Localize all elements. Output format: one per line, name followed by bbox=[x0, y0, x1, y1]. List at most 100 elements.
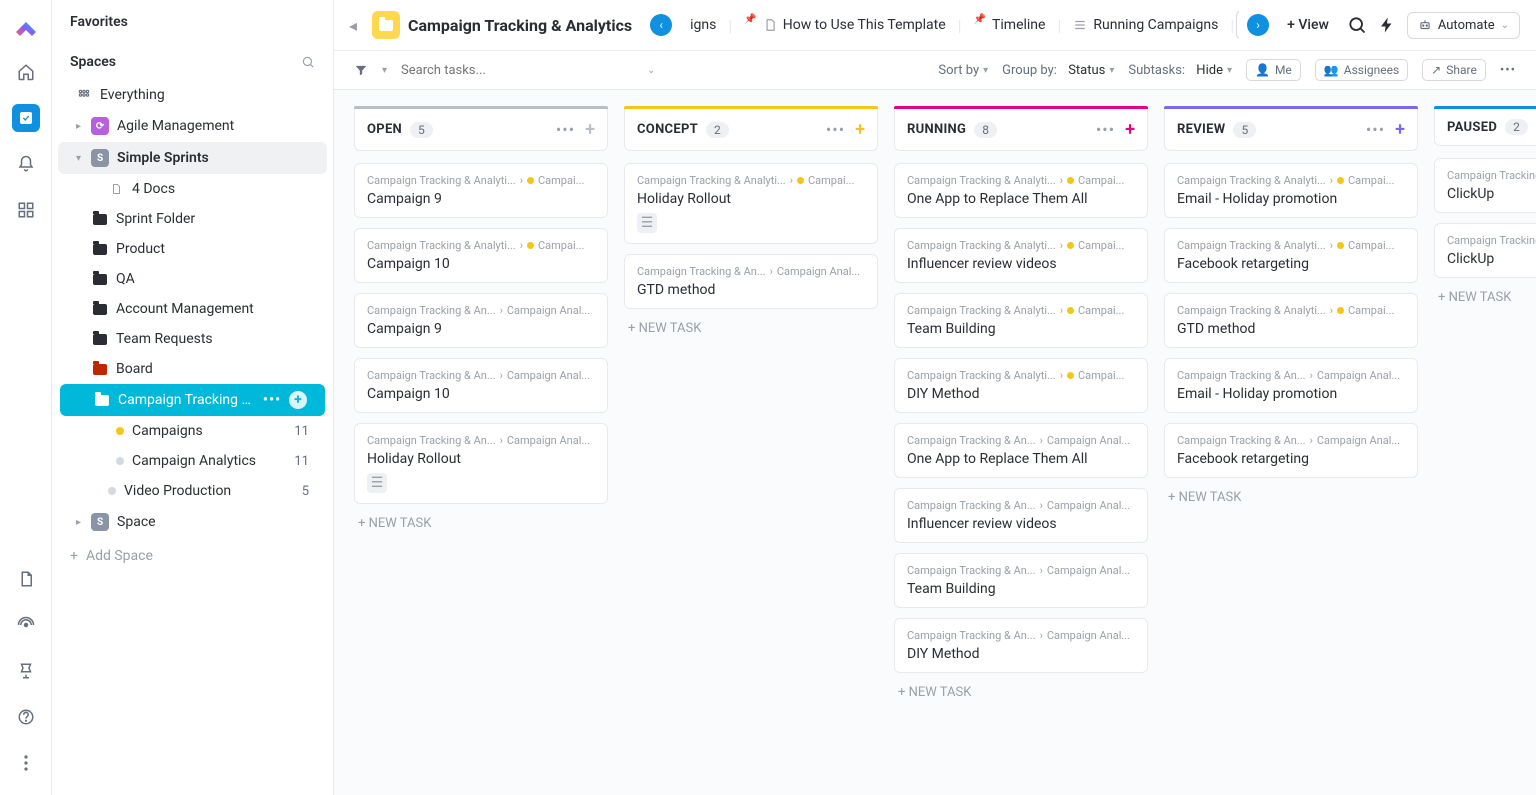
task-card[interactable]: Campaign Tracking & An...›Campaign Anal.… bbox=[1164, 423, 1418, 478]
tab-campaigns-cut[interactable]: igns bbox=[680, 11, 726, 39]
chevron-down-icon[interactable]: ⌄ bbox=[647, 65, 655, 76]
task-card[interactable]: Campaign Tracking & An...›Campaign Anal.… bbox=[354, 293, 608, 348]
add-card-icon[interactable]: + bbox=[1125, 119, 1135, 140]
help-icon[interactable] bbox=[12, 703, 40, 731]
task-card[interactable]: Campaign Tracking & Analyti...›Campai...… bbox=[894, 293, 1148, 348]
group-by-button[interactable]: Group by: Status▾ bbox=[1002, 63, 1114, 78]
add-card-icon[interactable]: + bbox=[585, 119, 595, 140]
more-icon[interactable]: ••• bbox=[1500, 63, 1516, 78]
new-task-button[interactable]: + NEW TASK bbox=[624, 309, 878, 348]
task-card[interactable]: Campaign Tracking & An...›Campaign Anal.… bbox=[624, 254, 878, 309]
more-icon[interactable]: ••• bbox=[1366, 120, 1385, 139]
broadcast-icon[interactable] bbox=[12, 611, 40, 639]
board-column: CONCEPT2•••+Campaign Tracking & Analyti.… bbox=[624, 106, 878, 779]
task-card[interactable]: Campaign Tracking & An...›Campaign Anal.… bbox=[894, 423, 1148, 478]
sidebar-item-space[interactable]: ▸ S Space bbox=[58, 506, 327, 538]
task-card[interactable]: Campaign Tracking & Analyti...›Campai...… bbox=[354, 163, 608, 218]
new-task-button[interactable]: + NEW TASK bbox=[894, 673, 1148, 712]
task-card[interactable]: Campaign Tracking & Analyti...›Campai...… bbox=[1164, 163, 1418, 218]
task-card[interactable]: Campaign Tracking & Analyti...›Campai...… bbox=[894, 228, 1148, 283]
more-icon[interactable]: ••• bbox=[826, 120, 845, 139]
tasks-icon[interactable] bbox=[12, 104, 40, 132]
column-header[interactable]: RUNNING8•••+ bbox=[894, 109, 1148, 151]
sidebar-item-campaign-tracking[interactable]: Campaign Tracking & Analy... ••• + bbox=[60, 384, 325, 416]
goals-icon[interactable] bbox=[12, 657, 40, 685]
column-header[interactable]: PAUSED2 bbox=[1434, 109, 1536, 146]
app-logo[interactable] bbox=[13, 14, 39, 40]
task-card[interactable]: Campaign Tracking & Analyti...›Campai...… bbox=[894, 358, 1148, 413]
tab-running-campaigns[interactable]: Running Campaigns bbox=[1063, 11, 1228, 39]
more-icon[interactable]: ••• bbox=[556, 120, 575, 139]
add-space-button[interactable]: + Add Space bbox=[52, 538, 333, 574]
tab-how-to-use[interactable]: 📌 How to Use This Template bbox=[734, 11, 955, 39]
collapse-sidebar-icon[interactable]: ◂ bbox=[342, 14, 364, 36]
new-task-button[interactable]: + NEW TASK bbox=[1164, 478, 1418, 517]
task-card[interactable]: Campaign Tracking & Analyti...›Campai...… bbox=[354, 228, 608, 283]
task-card[interactable]: Campaign Tracking & An...›Campaign Anal.… bbox=[894, 553, 1148, 608]
more-icon[interactable]: ••• bbox=[263, 392, 281, 408]
home-icon[interactable] bbox=[12, 58, 40, 86]
tab-board[interactable]: Board bbox=[1236, 10, 1239, 40]
sidebar-item-board[interactable]: Board bbox=[58, 354, 327, 384]
add-view-button[interactable]: + View bbox=[1277, 11, 1339, 39]
bolt-icon[interactable] bbox=[1377, 15, 1397, 35]
search-icon[interactable] bbox=[1347, 15, 1367, 35]
person-icon: 👤 bbox=[1255, 63, 1270, 77]
scroll-right-icon[interactable]: › bbox=[1247, 14, 1269, 36]
task-card[interactable]: Campaign Tracking & An...›Campaign Anal.… bbox=[354, 358, 608, 413]
task-card[interactable]: Campaign Tracking & Analyti...›Campai...… bbox=[1164, 228, 1418, 283]
search-icon[interactable] bbox=[301, 55, 315, 69]
me-filter-button[interactable]: 👤Me bbox=[1246, 59, 1301, 81]
sidebar-item-account-management[interactable]: Account Management bbox=[58, 294, 327, 324]
chevron-down-icon[interactable]: ▾ bbox=[382, 65, 387, 76]
task-card[interactable]: Campaign Tracking & An...›Campaign Anal.… bbox=[1164, 358, 1418, 413]
task-card[interactable]: Campaign Tracking & Analyti...›Campai...… bbox=[1164, 293, 1418, 348]
sidebar-item-campaign-analytics[interactable]: Campaign Analytics 11 bbox=[58, 446, 327, 476]
folder-color-chip[interactable] bbox=[372, 11, 400, 39]
task-card[interactable]: Campaign Tracking & An...›Campaign Anal.… bbox=[894, 488, 1148, 543]
new-task-button[interactable]: + NEW TASK bbox=[354, 504, 608, 543]
sidebar-item-docs[interactable]: 4 Docs bbox=[58, 174, 327, 204]
spaces-header[interactable]: Spaces bbox=[52, 40, 333, 80]
task-card[interactable]: Campaign Tracking & Analyti...›Campai...… bbox=[894, 163, 1148, 218]
sidebar-item-everything[interactable]: Everything bbox=[58, 80, 327, 110]
tab-timeline[interactable]: 📌 Timeline bbox=[964, 11, 1056, 39]
sidebar-item-product[interactable]: Product bbox=[58, 234, 327, 264]
sidebar-item-qa[interactable]: QA bbox=[58, 264, 327, 294]
new-task-button[interactable]: + NEW TASK bbox=[1434, 278, 1536, 317]
task-card[interactable]: Campaign Tracking & AnaClickUp bbox=[1434, 223, 1536, 278]
add-icon[interactable]: + bbox=[289, 391, 307, 409]
notifications-icon[interactable] bbox=[12, 150, 40, 178]
column-header[interactable]: CONCEPT2•••+ bbox=[624, 109, 878, 151]
sidebar-item-team-requests[interactable]: Team Requests bbox=[58, 324, 327, 354]
sidebar-item-agile[interactable]: ▸ ⟳ Agile Management bbox=[58, 110, 327, 142]
card-title: Facebook retargeting bbox=[1177, 451, 1405, 467]
scroll-left-icon[interactable]: ‹ bbox=[650, 14, 672, 36]
sidebar-item-simple-sprints[interactable]: ▾ S Simple Sprints bbox=[58, 142, 327, 174]
sidebar-item-video-production[interactable]: Video Production 5 bbox=[58, 476, 327, 506]
sidebar-item-campaigns[interactable]: Campaigns 11 bbox=[58, 416, 327, 446]
automate-button[interactable]: Automate ⌄ bbox=[1407, 12, 1520, 39]
filter-icon[interactable] bbox=[354, 63, 368, 77]
favorites-header[interactable]: Favorites bbox=[52, 0, 333, 40]
task-card[interactable]: Campaign Tracking & An...›Campaign Anal.… bbox=[894, 618, 1148, 673]
add-card-icon[interactable]: + bbox=[1395, 119, 1405, 140]
sort-by-button[interactable]: Sort by▾ bbox=[938, 63, 988, 78]
task-card[interactable]: Campaign Tracking & An...›Campaign Anal.… bbox=[354, 423, 608, 504]
more-icon[interactable]: ••• bbox=[1096, 120, 1115, 139]
sidebar-item-sprint-folder[interactable]: Sprint Folder bbox=[58, 204, 327, 234]
task-card[interactable]: Campaign Tracking & AnaClickUp bbox=[1434, 158, 1536, 213]
task-card[interactable]: Campaign Tracking & Analyti...›Campai...… bbox=[624, 163, 878, 244]
more-icon[interactable] bbox=[12, 749, 40, 777]
column-header[interactable]: REVIEW5•••+ bbox=[1164, 109, 1418, 151]
apps-icon[interactable] bbox=[12, 196, 40, 224]
add-card-icon[interactable]: + bbox=[855, 119, 865, 140]
share-button[interactable]: ↗Share bbox=[1422, 59, 1486, 81]
search-input[interactable] bbox=[401, 63, 561, 78]
page-title[interactable]: Campaign Tracking & Analytics bbox=[408, 16, 632, 35]
subtasks-button[interactable]: Subtasks: Hide▾ bbox=[1128, 63, 1232, 78]
column-header[interactable]: OPEN5•••+ bbox=[354, 109, 608, 151]
assignees-filter-button[interactable]: 👥Assignees bbox=[1315, 59, 1408, 81]
docs-icon[interactable] bbox=[12, 565, 40, 593]
column-title: OPEN bbox=[367, 122, 402, 137]
